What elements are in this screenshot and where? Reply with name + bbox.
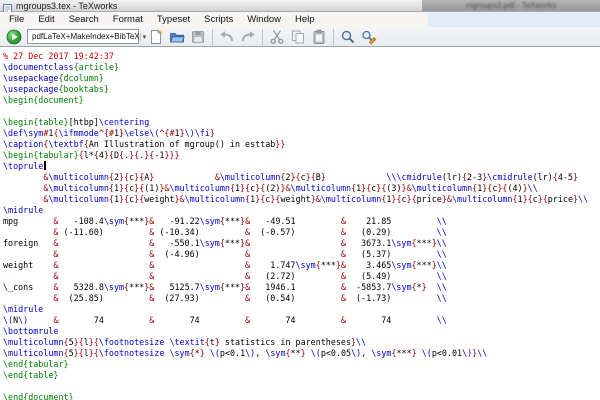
engine-selector-value: pdfLaTeX+MakeIndex+BibTeX: [32, 32, 140, 41]
code-line: \end{tabular}: [3, 359, 69, 369]
code-line: % 27 Dec 2017 19:42:37: [3, 51, 114, 61]
texworks-app-icon: [3, 1, 12, 14]
toolbar-separator: [333, 28, 334, 45]
background-window-title: mgroups3.pdf - TeXworks: [465, 1, 557, 10]
code-line: \midrule: [3, 304, 44, 314]
menu-item-search[interactable]: Search: [62, 12, 106, 27]
code-line: \_cons & 5328.8\sym{***}& 5125.7\sym{***…: [3, 282, 447, 292]
menu-item-edit[interactable]: Edit: [31, 12, 61, 27]
engine-selector[interactable]: pdfLaTeX+MakeIndex+BibTeX ▾: [27, 29, 146, 44]
menu-bar: File Edit Search Format Typeset Scripts Window…: [0, 12, 600, 27]
open-folder-icon: [169, 32, 185, 42]
code-line: \def\sym#1{\ifmmode^{#1}\else\(^{#1}\)\f…: [3, 128, 215, 138]
code-line: \begin{tabular}{l*{4}{D{.}{.}{-1}}}: [3, 150, 180, 160]
code-line: &\multicolumn{2}{c}{A} &\multicolumn{2}{…: [43, 172, 579, 182]
paste-icon: [313, 29, 325, 44]
undo-icon: [220, 30, 233, 41]
code-line: \documentclass{article}: [3, 62, 119, 72]
menu-item-window[interactable]: Window: [240, 12, 288, 27]
code-line: \toprule: [3, 161, 600, 172]
editor[interactable]: % 27 Dec 2017 19:42:37 \documentclass{art…: [0, 47, 600, 400]
copy-button[interactable]: [289, 28, 307, 46]
code-line: \usepackage{booktabs}: [3, 84, 109, 94]
cut-button[interactable]: [268, 28, 286, 46]
copy-icon: [292, 30, 304, 43]
background-window-strip: [428, 12, 600, 27]
background-window-title-bar[interactable]: mgroups3.pdf - TeXworks: [422, 0, 600, 11]
code-line: \end{document}: [3, 392, 74, 400]
open-button[interactable]: [168, 28, 186, 46]
toolbar-separator: [212, 28, 213, 45]
new-file-icon: [151, 29, 163, 44]
menu-item-scripts[interactable]: Scripts: [197, 12, 240, 27]
texworks-window: mgroups3.tex - TeXworks mgroups3.pdf - T…: [0, 0, 600, 400]
undo-button[interactable]: [218, 28, 236, 46]
code-line: foreign & & -550.1\sym{***}& & 3673.1\sy…: [3, 238, 447, 248]
save-button[interactable]: [189, 28, 207, 46]
save-icon: [192, 30, 204, 43]
menu-item-help[interactable]: Help: [288, 12, 322, 27]
menu-item-typeset[interactable]: Typeset: [150, 12, 197, 27]
code-line: \multicolumn{5}{l}{\footnotesize \sym{*}…: [3, 348, 488, 358]
find-button[interactable]: [339, 28, 357, 46]
text-cursor: [44, 161, 47, 170]
code-line: \multicolumn{5}{l}{\footnotesize \textit…: [3, 337, 367, 347]
code-line: mpg & -108.4\sym{***}& -91.22\sym{***}& …: [3, 216, 447, 226]
code-line: \begin{document}: [3, 95, 84, 105]
cut-icon: [270, 29, 284, 44]
menu-item-format[interactable]: Format: [106, 12, 150, 27]
code-line: \bottomrule: [3, 326, 59, 336]
code-line: \caption{\textbf{An Illustration of mgro…: [3, 139, 286, 149]
search-icon: [341, 30, 355, 43]
code-line: \(N\) & 74 & 74 & 74 & 74 \\: [3, 315, 447, 325]
toolbar: pdfLaTeX+MakeIndex+BibTeX ▾: [0, 27, 600, 47]
replace-button[interactable]: [360, 28, 378, 46]
search-replace-icon: [362, 30, 377, 45]
typeset-button[interactable]: [5, 28, 23, 46]
window-title: mgroups3.tex - TeXworks: [16, 0, 118, 11]
code-line: & (25.85) & (27.93) & (0.54) & (-1.73) \…: [53, 293, 447, 303]
dropdown-arrow-icon: ▾: [139, 32, 146, 41]
code-line: \end{table}: [3, 370, 59, 380]
redo-icon: [242, 30, 255, 41]
code-line: &\multicolumn{1}{c}{weight}&\multicolumn…: [43, 194, 589, 204]
code-line: \begin{table}[htbp]\centering: [3, 117, 150, 127]
code-line: & & (-4.96) & & (5.37) \\: [53, 249, 447, 259]
code-line: &\multicolumn{1}{c}{(1)}&\multicolumn{1}…: [43, 183, 538, 193]
paste-button[interactable]: [310, 28, 328, 46]
code-line: & & & (2.72) & (5.49) \\: [53, 271, 447, 281]
code-line: \usepackage{dcolumn}: [3, 73, 104, 83]
code-line: & (-11.60) & (-10.34) & (-0.57) & (0.29)…: [53, 227, 447, 237]
redo-button[interactable]: [239, 28, 257, 46]
code-line: weight & & & 1.747\sym{***}& 3.465\sym{*…: [3, 260, 447, 270]
new-button[interactable]: [147, 28, 165, 46]
menu-item-file[interactable]: File: [2, 12, 31, 27]
window-title-bar: mgroups3.tex - TeXworks mgroups3.pdf - T…: [0, 0, 600, 14]
toolbar-separator: [262, 28, 263, 45]
code-line: \midrule: [3, 205, 44, 215]
play-icon: [6, 29, 22, 44]
